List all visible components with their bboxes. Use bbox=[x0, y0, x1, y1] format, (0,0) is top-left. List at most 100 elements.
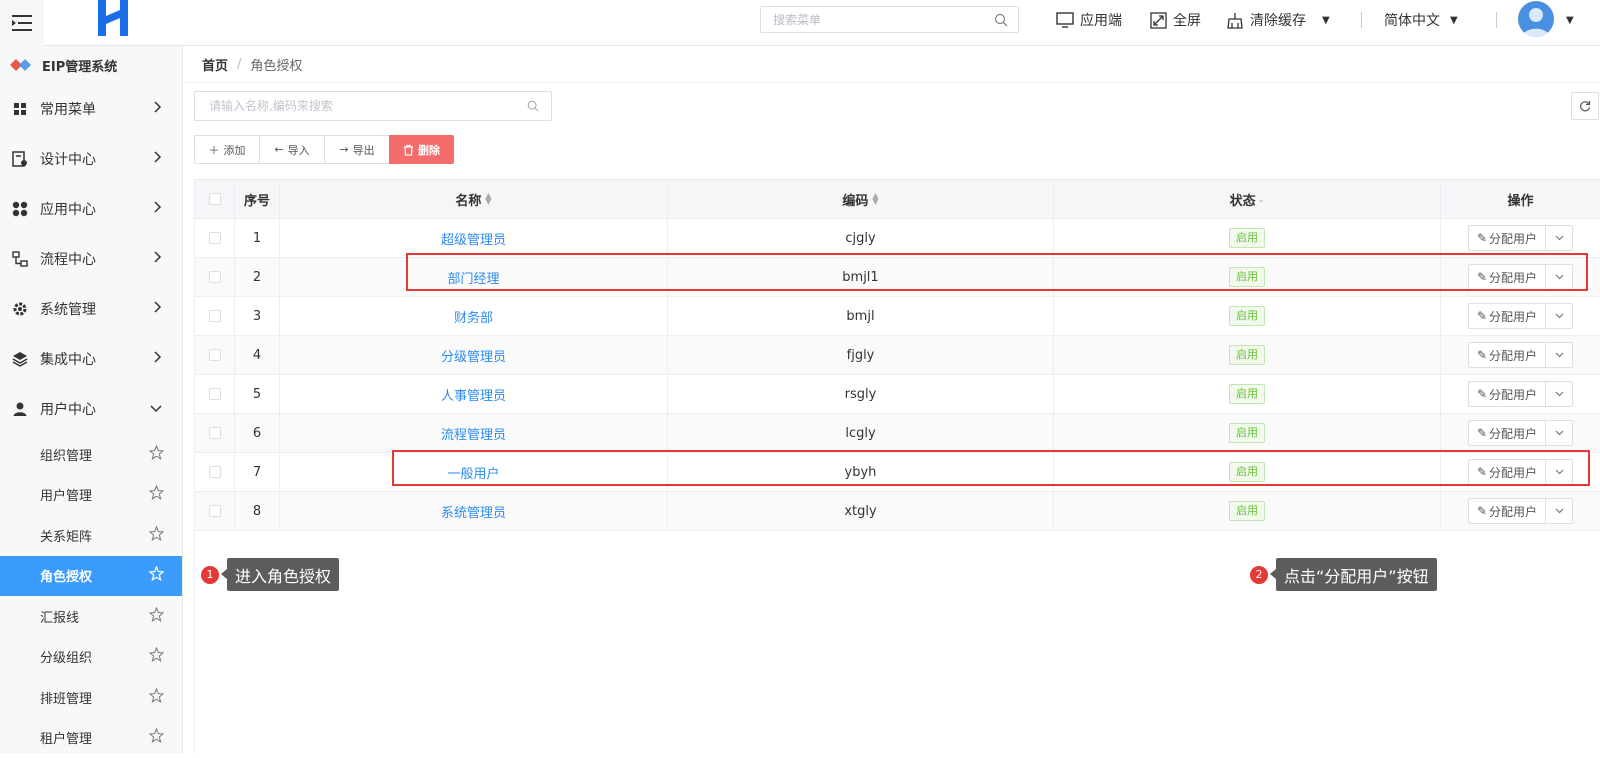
table-row: 6 流程管理员 lcgly 启用 ✎分配用户 bbox=[194, 414, 1600, 453]
table-row: 5 人事管理员 rsgly 启用 ✎分配用户 bbox=[194, 375, 1600, 414]
role-name-link[interactable]: 系统管理员 bbox=[441, 502, 506, 521]
chevron-right-icon bbox=[154, 201, 162, 217]
sidebar-subitem-shift-management[interactable]: 排班管理 bbox=[0, 677, 182, 718]
sort-icon[interactable]: ▲▼ bbox=[485, 193, 491, 205]
more-actions-dropdown[interactable] bbox=[1546, 499, 1572, 523]
sidebar-item-flow-center[interactable]: 流程中心 bbox=[0, 234, 182, 284]
assign-user-button[interactable]: ✎分配用户 bbox=[1469, 304, 1546, 328]
role-name-link[interactable]: 超级管理员 bbox=[441, 229, 506, 248]
star-icon[interactable] bbox=[149, 688, 164, 707]
menu-search-input[interactable] bbox=[771, 12, 994, 28]
assign-user-button[interactable]: ✎分配用户 bbox=[1469, 499, 1546, 523]
assign-user-button[interactable]: ✎分配用户 bbox=[1469, 421, 1546, 445]
divider bbox=[1361, 12, 1362, 28]
add-button[interactable]: ＋ 添加 bbox=[194, 135, 260, 164]
menu-toggle-button[interactable] bbox=[0, 0, 44, 46]
sidebar-subitem-reporting-line[interactable]: 汇报线 bbox=[0, 596, 182, 637]
more-actions-dropdown[interactable] bbox=[1546, 226, 1572, 250]
assign-user-button[interactable]: ✎分配用户 bbox=[1469, 382, 1546, 406]
search-icon[interactable] bbox=[527, 100, 539, 112]
row-checkbox[interactable] bbox=[209, 271, 221, 283]
header-cell-name[interactable]: 名称▲▼ bbox=[280, 180, 668, 218]
sidebar-subitem-label: 组织管理 bbox=[40, 445, 149, 464]
role-name-link[interactable]: 财务部 bbox=[454, 307, 493, 326]
header-code-label: 编码 bbox=[842, 190, 868, 209]
more-actions-dropdown[interactable] bbox=[1546, 421, 1572, 445]
role-name-link[interactable]: 部门经理 bbox=[447, 268, 499, 287]
sidebar-item-system-management[interactable]: 系统管理 bbox=[0, 284, 182, 334]
sidebar-item-integration-center[interactable]: 集成中心 bbox=[0, 334, 182, 384]
star-icon[interactable] bbox=[149, 566, 164, 585]
status-badge: 启用 bbox=[1229, 501, 1265, 521]
sidebar-subitem-hierarchical-org[interactable]: 分级组织 bbox=[0, 637, 182, 678]
star-icon[interactable] bbox=[149, 647, 164, 666]
header-cell-status[interactable]: 状态⌄ bbox=[1054, 180, 1441, 218]
sidebar-subitem-org-management[interactable]: 组织管理 bbox=[0, 434, 182, 475]
sidebar-subitem-user-management[interactable]: 用户管理 bbox=[0, 475, 182, 516]
role-search-input[interactable] bbox=[207, 98, 527, 114]
fullscreen-button[interactable]: 全屏 bbox=[1150, 0, 1201, 40]
table-row: 3 财务部 bmjl 启用 ✎分配用户 bbox=[194, 297, 1600, 336]
edit-icon: ✎ bbox=[1477, 426, 1487, 440]
star-icon[interactable] bbox=[149, 728, 164, 747]
sidebar-item-user-center[interactable]: 用户中心 bbox=[0, 384, 182, 434]
role-name-link[interactable]: 一般用户 bbox=[447, 463, 499, 482]
assign-user-button[interactable]: ✎分配用户 bbox=[1469, 460, 1546, 484]
more-actions-dropdown[interactable] bbox=[1546, 343, 1572, 367]
sidebar-item-app-center[interactable]: 应用中心 bbox=[0, 184, 182, 234]
more-actions-dropdown[interactable] bbox=[1546, 460, 1572, 484]
sidebar-subitem-relation-matrix[interactable]: 关系矩阵 bbox=[0, 515, 182, 556]
role-search-box[interactable] bbox=[194, 91, 552, 121]
breadcrumb-home[interactable]: 首页 bbox=[202, 55, 228, 74]
avatar-dropdown-caret[interactable]: ▼ bbox=[1566, 0, 1574, 40]
row-checkbox[interactable] bbox=[209, 388, 221, 400]
more-actions-dropdown[interactable] bbox=[1546, 265, 1572, 289]
filter-caret-icon[interactable]: ⌄ bbox=[1258, 195, 1265, 204]
more-actions-dropdown[interactable] bbox=[1546, 304, 1572, 328]
import-button[interactable]: ← 导入 bbox=[259, 135, 325, 164]
role-name-link[interactable]: 分级管理员 bbox=[441, 346, 506, 365]
app-client-button[interactable]: 应用端 bbox=[1056, 0, 1122, 40]
row-checkbox[interactable] bbox=[209, 427, 221, 439]
status-badge: 启用 bbox=[1229, 267, 1265, 287]
clear-cache-label: 清除缓存 bbox=[1250, 10, 1306, 30]
status-badge: 启用 bbox=[1229, 345, 1265, 365]
star-icon[interactable] bbox=[149, 607, 164, 626]
row-checkbox[interactable] bbox=[209, 505, 221, 517]
status-badge: 启用 bbox=[1229, 384, 1265, 404]
user-avatar[interactable] bbox=[1518, 1, 1554, 37]
search-icon[interactable] bbox=[994, 13, 1008, 27]
assign-user-button[interactable]: ✎分配用户 bbox=[1469, 265, 1546, 289]
star-icon[interactable] bbox=[149, 445, 164, 464]
role-code: fjgly bbox=[847, 348, 875, 363]
header-cell-code[interactable]: 编码 ▲▼ bbox=[668, 180, 1054, 218]
sidebar-item-design-center[interactable]: 设计中心 bbox=[0, 134, 182, 184]
sidebar-subitem-tenant-management[interactable]: 租户管理 bbox=[0, 718, 182, 758]
row-checkbox[interactable] bbox=[209, 466, 221, 478]
more-actions-dropdown[interactable] bbox=[1546, 382, 1572, 406]
menu-search-box[interactable] bbox=[760, 6, 1019, 33]
language-dropdown[interactable]: 简体中文 ▼ bbox=[1384, 0, 1458, 40]
system-title-label: EIP管理系统 bbox=[42, 56, 117, 75]
clear-cache-dropdown[interactable]: 清除缓存 ▼ bbox=[1226, 0, 1330, 40]
export-button[interactable]: → 导出 bbox=[324, 135, 390, 164]
refresh-button[interactable] bbox=[1571, 92, 1599, 120]
star-icon[interactable] bbox=[149, 526, 164, 545]
row-checkbox[interactable] bbox=[209, 310, 221, 322]
chevron-down-icon bbox=[1555, 274, 1564, 280]
sidebar-subitem-role-authorization[interactable]: 角色授权 bbox=[0, 556, 182, 597]
sidebar-item-label: 应用中心 bbox=[40, 199, 154, 219]
table-row: 2 部门经理 bmjl1 启用 ✎分配用户 bbox=[194, 258, 1600, 297]
role-name-link[interactable]: 人事管理员 bbox=[441, 385, 506, 404]
star-icon[interactable] bbox=[149, 485, 164, 504]
row-checkbox[interactable] bbox=[209, 349, 221, 361]
refresh-icon bbox=[1579, 100, 1591, 112]
select-all-checkbox[interactable] bbox=[209, 193, 221, 205]
assign-user-button[interactable]: ✎分配用户 bbox=[1469, 226, 1546, 250]
sidebar-item-common-menu[interactable]: 常用菜单 bbox=[0, 84, 182, 134]
row-checkbox[interactable] bbox=[209, 232, 221, 244]
role-name-link[interactable]: 流程管理员 bbox=[441, 424, 506, 443]
delete-button[interactable]: 删除 bbox=[389, 135, 454, 164]
assign-user-button[interactable]: ✎分配用户 bbox=[1469, 343, 1546, 367]
sort-icon[interactable]: ▲▼ bbox=[872, 193, 878, 205]
